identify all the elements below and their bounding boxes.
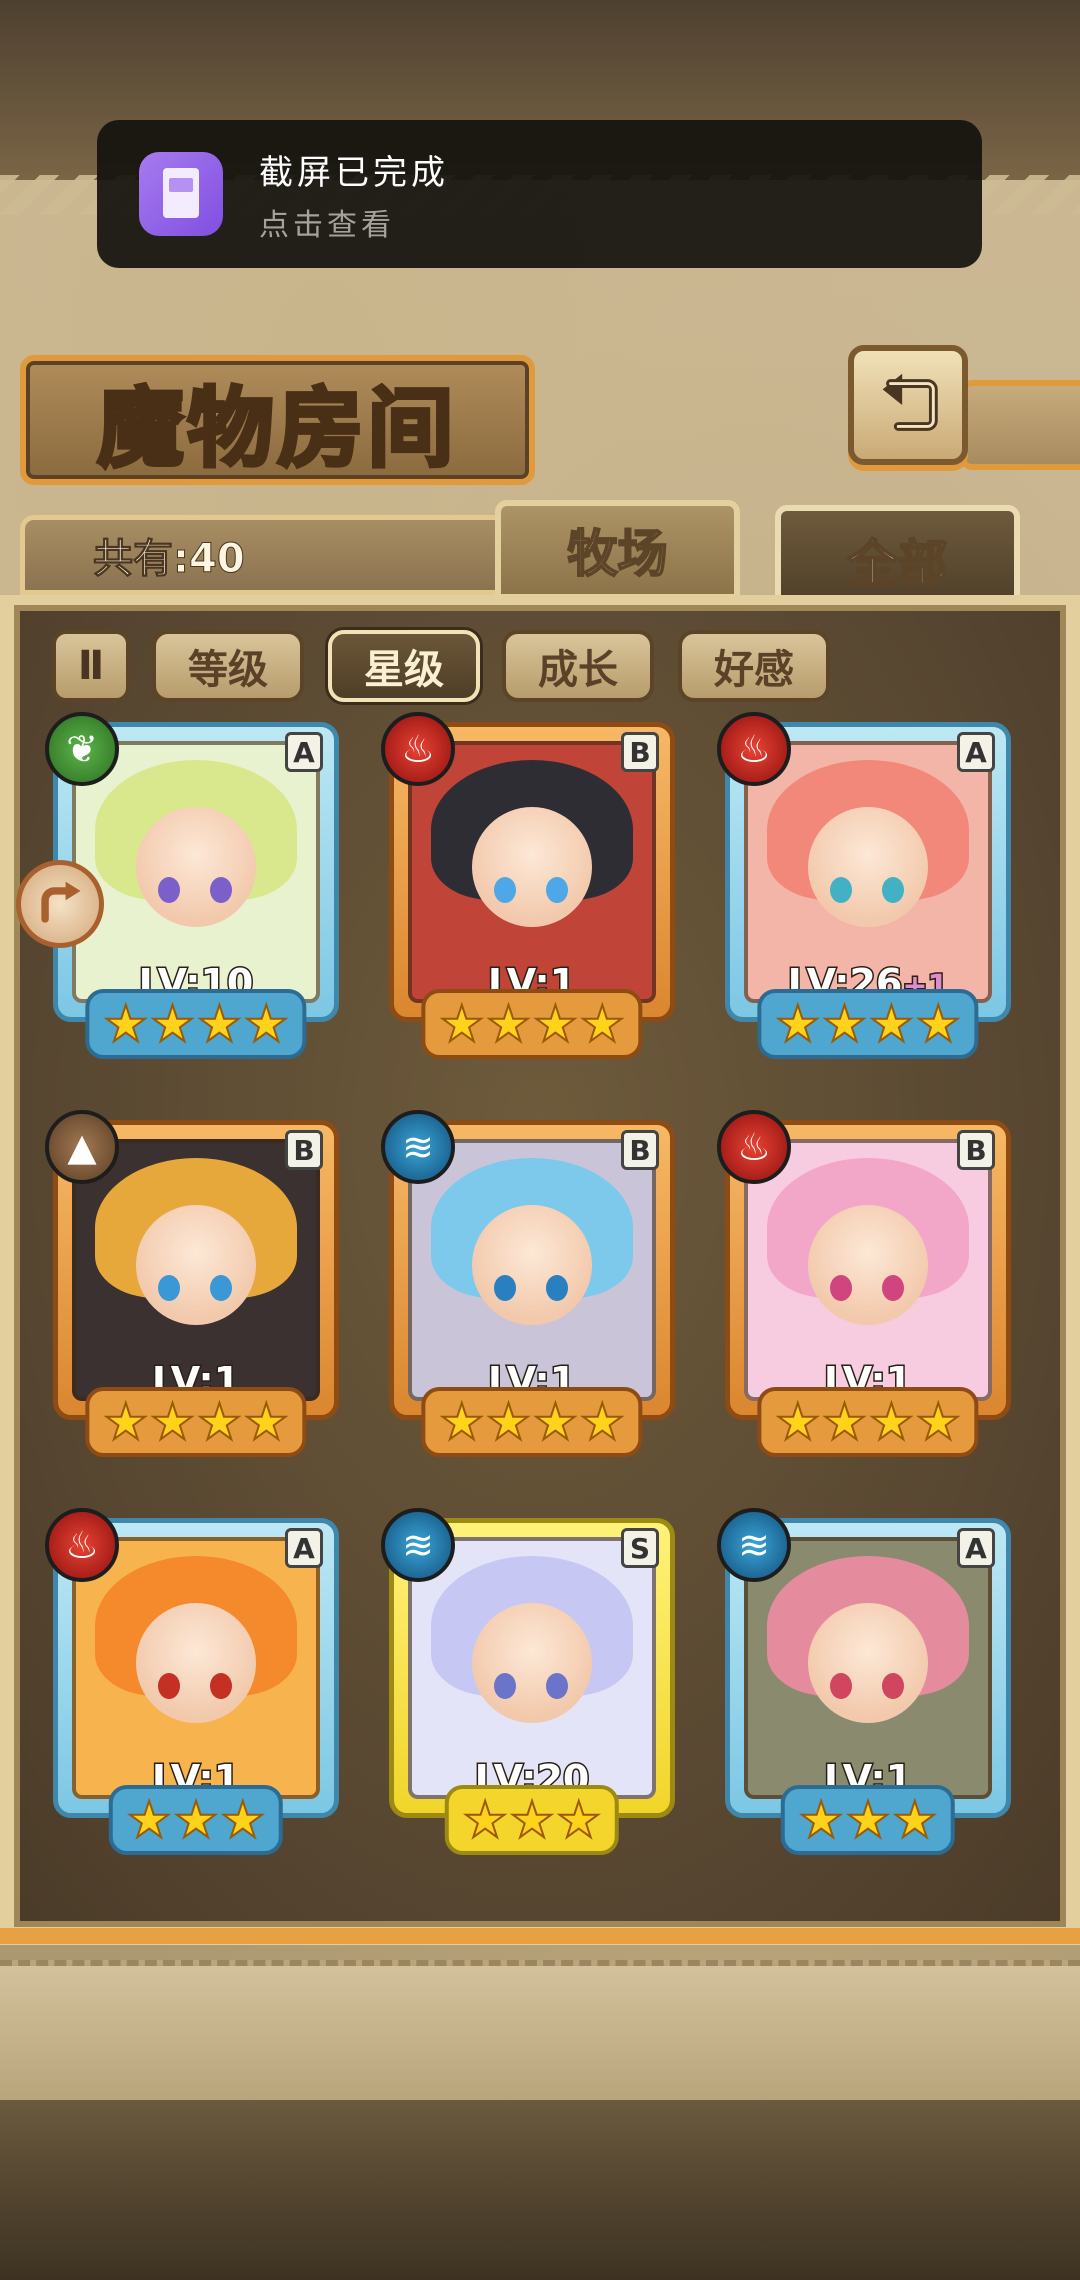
water-icon: ≋ — [381, 1508, 455, 1582]
back-button[interactable] — [848, 345, 968, 465]
star-icon: ★ — [509, 1791, 556, 1849]
star-rating: ★ ★ ★ — [780, 1785, 956, 1855]
leaf-icon: ❦ — [45, 712, 119, 786]
page-title: 魔物房间 — [96, 376, 458, 481]
rank-badge: B — [621, 732, 659, 772]
filter-level-button[interactable]: 等级 — [152, 630, 304, 702]
star-icon: ★ — [774, 1393, 821, 1451]
earth-icon: ▲ — [45, 1110, 119, 1184]
rank-badge: B — [957, 1130, 995, 1170]
monster-card[interactable]: A ♨ LV:26+1 ★ ★ ★ ★ — [717, 712, 1019, 1067]
star-icon: ★ — [219, 1791, 266, 1849]
screenshot-toast[interactable]: 截屏已完成 点击查看 — [97, 120, 982, 268]
filter-growth-button[interactable]: 成长 — [502, 630, 654, 702]
star-rating: ★ ★ ★ ★ — [421, 1387, 643, 1457]
rank-badge: B — [285, 1130, 323, 1170]
monster-card[interactable]: B ▲ LV:1 ★ ★ ★ ★ — [45, 1110, 347, 1465]
monster-card[interactable]: B ≋ LV:1 ★ ★ ★ ★ — [381, 1110, 683, 1465]
rank-badge: A — [285, 732, 323, 772]
star-icon: ★ — [774, 995, 821, 1053]
rank-badge: A — [957, 1528, 995, 1568]
star-icon: ★ — [485, 995, 532, 1053]
toast-title: 截屏已完成 — [259, 152, 449, 193]
star-icon: ★ — [845, 1791, 892, 1849]
star-icon: ★ — [173, 1791, 220, 1849]
fire-icon: ♨ — [717, 712, 791, 786]
star-icon: ★ — [462, 1791, 509, 1849]
monster-card[interactable]: A ≋ LV:1 ★ ★ ★ — [717, 1508, 1019, 1863]
star-rating: ★ ★ ★ — [108, 1785, 284, 1855]
star-rating: ★ ★ ★ ★ — [757, 1387, 979, 1457]
star-rating: ★ ★ ★ ★ — [757, 989, 979, 1059]
star-icon: ★ — [821, 1393, 868, 1451]
star-icon: ★ — [102, 995, 149, 1053]
star-icon: ★ — [438, 995, 485, 1053]
star-icon: ★ — [532, 1393, 579, 1451]
toast-subtitle: 点击查看 — [259, 207, 395, 243]
star-icon: ★ — [196, 995, 243, 1053]
star-icon: ★ — [821, 995, 868, 1053]
star-icon: ★ — [485, 1393, 532, 1451]
rank-badge: B — [621, 1130, 659, 1170]
rank-badge: A — [957, 732, 995, 772]
monster-card[interactable]: S ≋ LV:20 ★ ★ ★ — [381, 1508, 683, 1863]
star-rating: ★ ★ ★ — [444, 1785, 620, 1855]
star-icon: ★ — [243, 1393, 290, 1451]
star-icon: ★ — [438, 1393, 485, 1451]
star-icon: ★ — [102, 1393, 149, 1451]
star-icon: ★ — [126, 1791, 173, 1849]
panel-trim — [0, 1928, 1080, 1944]
bottom-background — [0, 2100, 1080, 2280]
star-icon: ★ — [868, 995, 915, 1053]
star-icon: ★ — [243, 995, 290, 1053]
star-icon: ★ — [915, 995, 962, 1053]
monster-card[interactable]: B ♨ LV:1 ★ ★ ★ ★ — [717, 1110, 1019, 1465]
fire-icon: ♨ — [381, 712, 455, 786]
star-icon: ★ — [149, 995, 196, 1053]
side-menu-button[interactable] — [16, 860, 104, 948]
star-icon: ★ — [798, 1791, 845, 1849]
monster-count-label: 共有:40 — [93, 536, 246, 583]
filter-affection-button[interactable]: 好感 — [678, 630, 830, 702]
fire-icon: ♨ — [45, 1508, 119, 1582]
star-icon: ★ — [579, 1393, 626, 1451]
screenshot-icon — [139, 152, 223, 236]
star-rating: ★ ★ ★ ★ — [85, 989, 307, 1059]
return-arrow-icon — [882, 373, 938, 431]
star-icon: ★ — [555, 1791, 602, 1849]
star-icon: ★ — [868, 1393, 915, 1451]
monster-card[interactable]: B ♨ LV:1 ★ ★ ★ ★ — [381, 712, 683, 1067]
star-icon: ★ — [196, 1393, 243, 1451]
star-icon: ★ — [149, 1393, 196, 1451]
rank-badge: S — [621, 1528, 659, 1568]
arrow-up-right-icon — [41, 881, 81, 923]
water-icon: ≋ — [381, 1110, 455, 1184]
star-rating: ★ ★ ★ ★ — [85, 1387, 307, 1457]
sort-order-button[interactable]: Ⅱ — [52, 630, 130, 702]
back-rail — [960, 380, 1080, 470]
star-icon: ★ — [579, 995, 626, 1053]
monster-card[interactable]: A ♨ LV:1 ★ ★ ★ — [45, 1508, 347, 1863]
title-banner: 魔物房间 — [20, 355, 535, 485]
rank-badge: A — [285, 1528, 323, 1568]
filter-star-button[interactable]: 星级 — [328, 630, 480, 702]
tab-ranch[interactable]: 牧场 — [495, 500, 740, 600]
star-icon: ★ — [915, 1393, 962, 1451]
star-icon: ★ — [891, 1791, 938, 1849]
water-icon: ≋ — [717, 1508, 791, 1582]
torn-edge-bottom — [0, 1960, 1080, 2100]
star-icon: ★ — [532, 995, 579, 1053]
star-rating: ★ ★ ★ ★ — [421, 989, 643, 1059]
fire-icon: ♨ — [717, 1110, 791, 1184]
monster-count: 共有:40 — [20, 515, 520, 595]
